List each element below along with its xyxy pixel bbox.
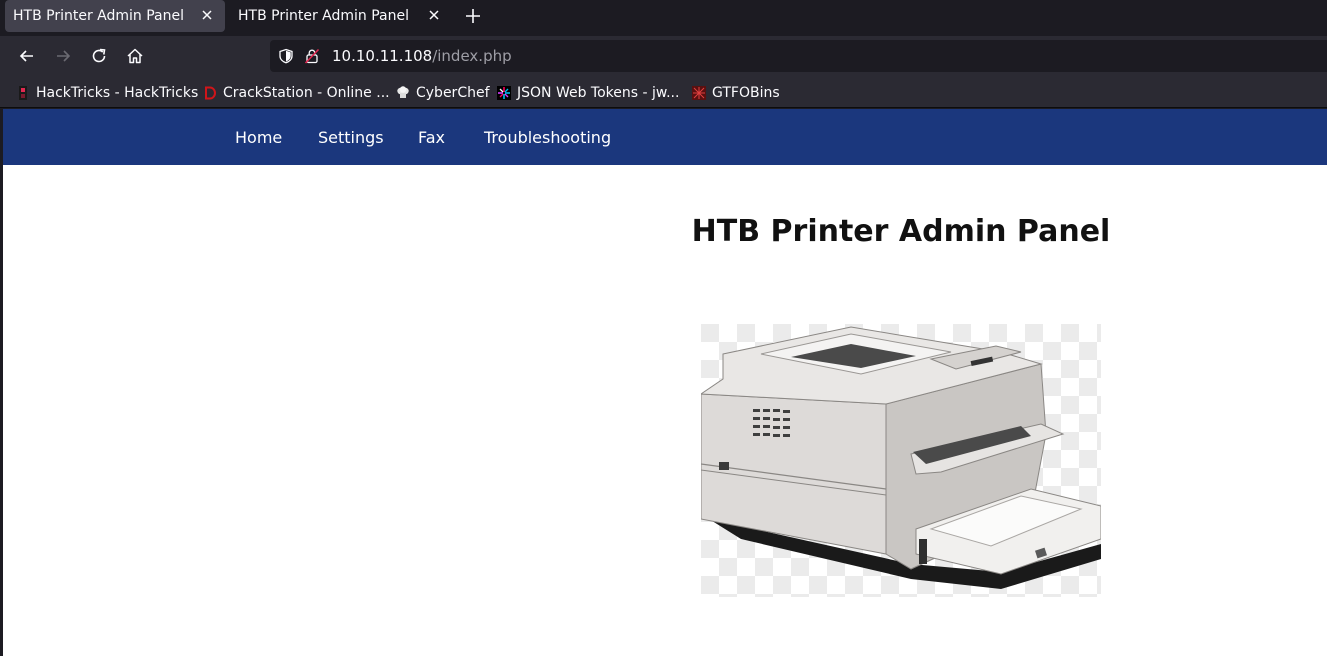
cyberchef-icon (397, 86, 409, 98)
bookmark-label: CrackStation - Online ... (223, 85, 390, 101)
hacktricks-icon (19, 86, 27, 100)
new-tab-plus-icon[interactable] (463, 6, 483, 26)
bookmarks-toolbar: HackTricks - HackTricks CrackStation - O… (0, 76, 1327, 108)
bookmark-label: HackTricks - HackTricks (36, 85, 199, 101)
insecure-lock-icon[interactable] (304, 48, 320, 64)
home-icon[interactable] (125, 46, 145, 66)
back-arrow-icon[interactable] (17, 46, 37, 66)
tab-inactive[interactable]: HTB Printer Admin Panel (230, 0, 452, 32)
tab-active[interactable]: HTB Printer Admin Panel (5, 0, 225, 32)
navigation-toolbar: 10.10.11.108/index.php (0, 36, 1327, 76)
nav-fax-link[interactable]: Fax (418, 128, 445, 147)
bookmark-gtfobins[interactable]: GTFOBins (692, 84, 780, 102)
close-icon[interactable] (424, 5, 444, 25)
tab-title: HTB Printer Admin Panel (238, 8, 409, 24)
printer-image (701, 324, 1101, 597)
bookmark-label: JSON Web Tokens - jw... (517, 85, 680, 101)
bookmark-label: CyberChef (416, 85, 490, 101)
bookmark-label: GTFOBins (712, 85, 780, 101)
reload-icon[interactable] (89, 46, 109, 66)
site-navbar: Home Settings Fax Troubleshooting (3, 109, 1327, 165)
tab-title: HTB Printer Admin Panel (13, 8, 184, 24)
nav-troubleshooting-link[interactable]: Troubleshooting (484, 128, 611, 147)
bookmark-cyberchef[interactable]: CyberChef (396, 84, 490, 102)
jwt-icon (497, 86, 511, 100)
page-viewport: Home Settings Fax Troubleshooting HTB Pr… (3, 109, 1327, 656)
tab-strip: HTB Printer Admin Panel HTB Printer Admi… (0, 0, 1327, 36)
url-bar[interactable]: 10.10.11.108/index.php (270, 40, 1327, 72)
url-text[interactable]: 10.10.11.108/index.php (332, 47, 512, 65)
bookmark-hacktricks[interactable]: HackTricks - HackTricks (16, 84, 198, 102)
shield-icon[interactable] (278, 48, 294, 64)
page-title: HTB Printer Admin Panel (691, 214, 1111, 249)
nav-home-link[interactable]: Home (235, 128, 282, 147)
gtfobins-icon (692, 86, 706, 100)
nav-settings-link[interactable]: Settings (318, 128, 384, 147)
bookmark-jwt[interactable]: JSON Web Tokens - jw... (497, 84, 679, 102)
bookmark-crackstation[interactable]: CrackStation - Online ... (203, 84, 390, 102)
close-icon[interactable] (197, 5, 217, 25)
crackstation-icon (203, 86, 217, 100)
forward-arrow-icon[interactable] (53, 46, 73, 66)
url-host: 10.10.11.108 (332, 47, 433, 65)
url-path: /index.php (432, 47, 512, 65)
